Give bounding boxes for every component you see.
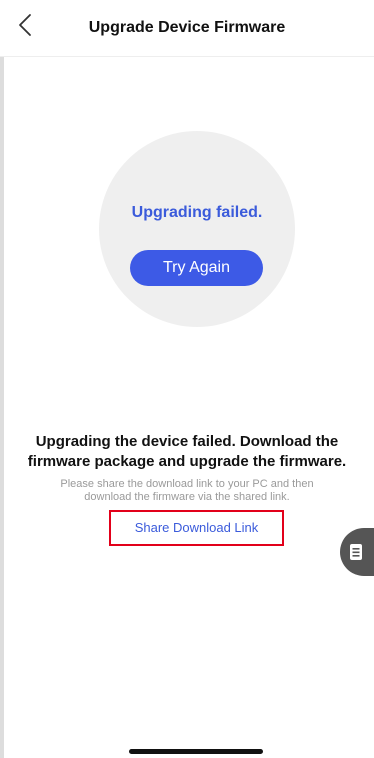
upgrade-status-circle: Upgrading failed. Try Again: [99, 131, 295, 327]
back-button[interactable]: [14, 10, 38, 40]
left-edge-divider: [0, 0, 4, 758]
share-hint-text: Please share the download link to your P…: [60, 478, 314, 503]
chevron-left-icon: [19, 14, 31, 36]
failure-message: Upgrading the device failed. Download th…: [27, 433, 347, 470]
page-title: Upgrade Device Firmware: [88, 19, 286, 36]
share-download-link[interactable]: Share Download Link: [109, 510, 284, 546]
try-again-button[interactable]: Try Again: [130, 250, 263, 286]
upgrade-status-text: Upgrading failed.: [131, 204, 263, 221]
home-indicator: [129, 749, 263, 754]
document-icon: [350, 544, 362, 560]
app-header: Upgrade Device Firmware: [0, 0, 374, 57]
floating-document-button[interactable]: [340, 528, 374, 576]
